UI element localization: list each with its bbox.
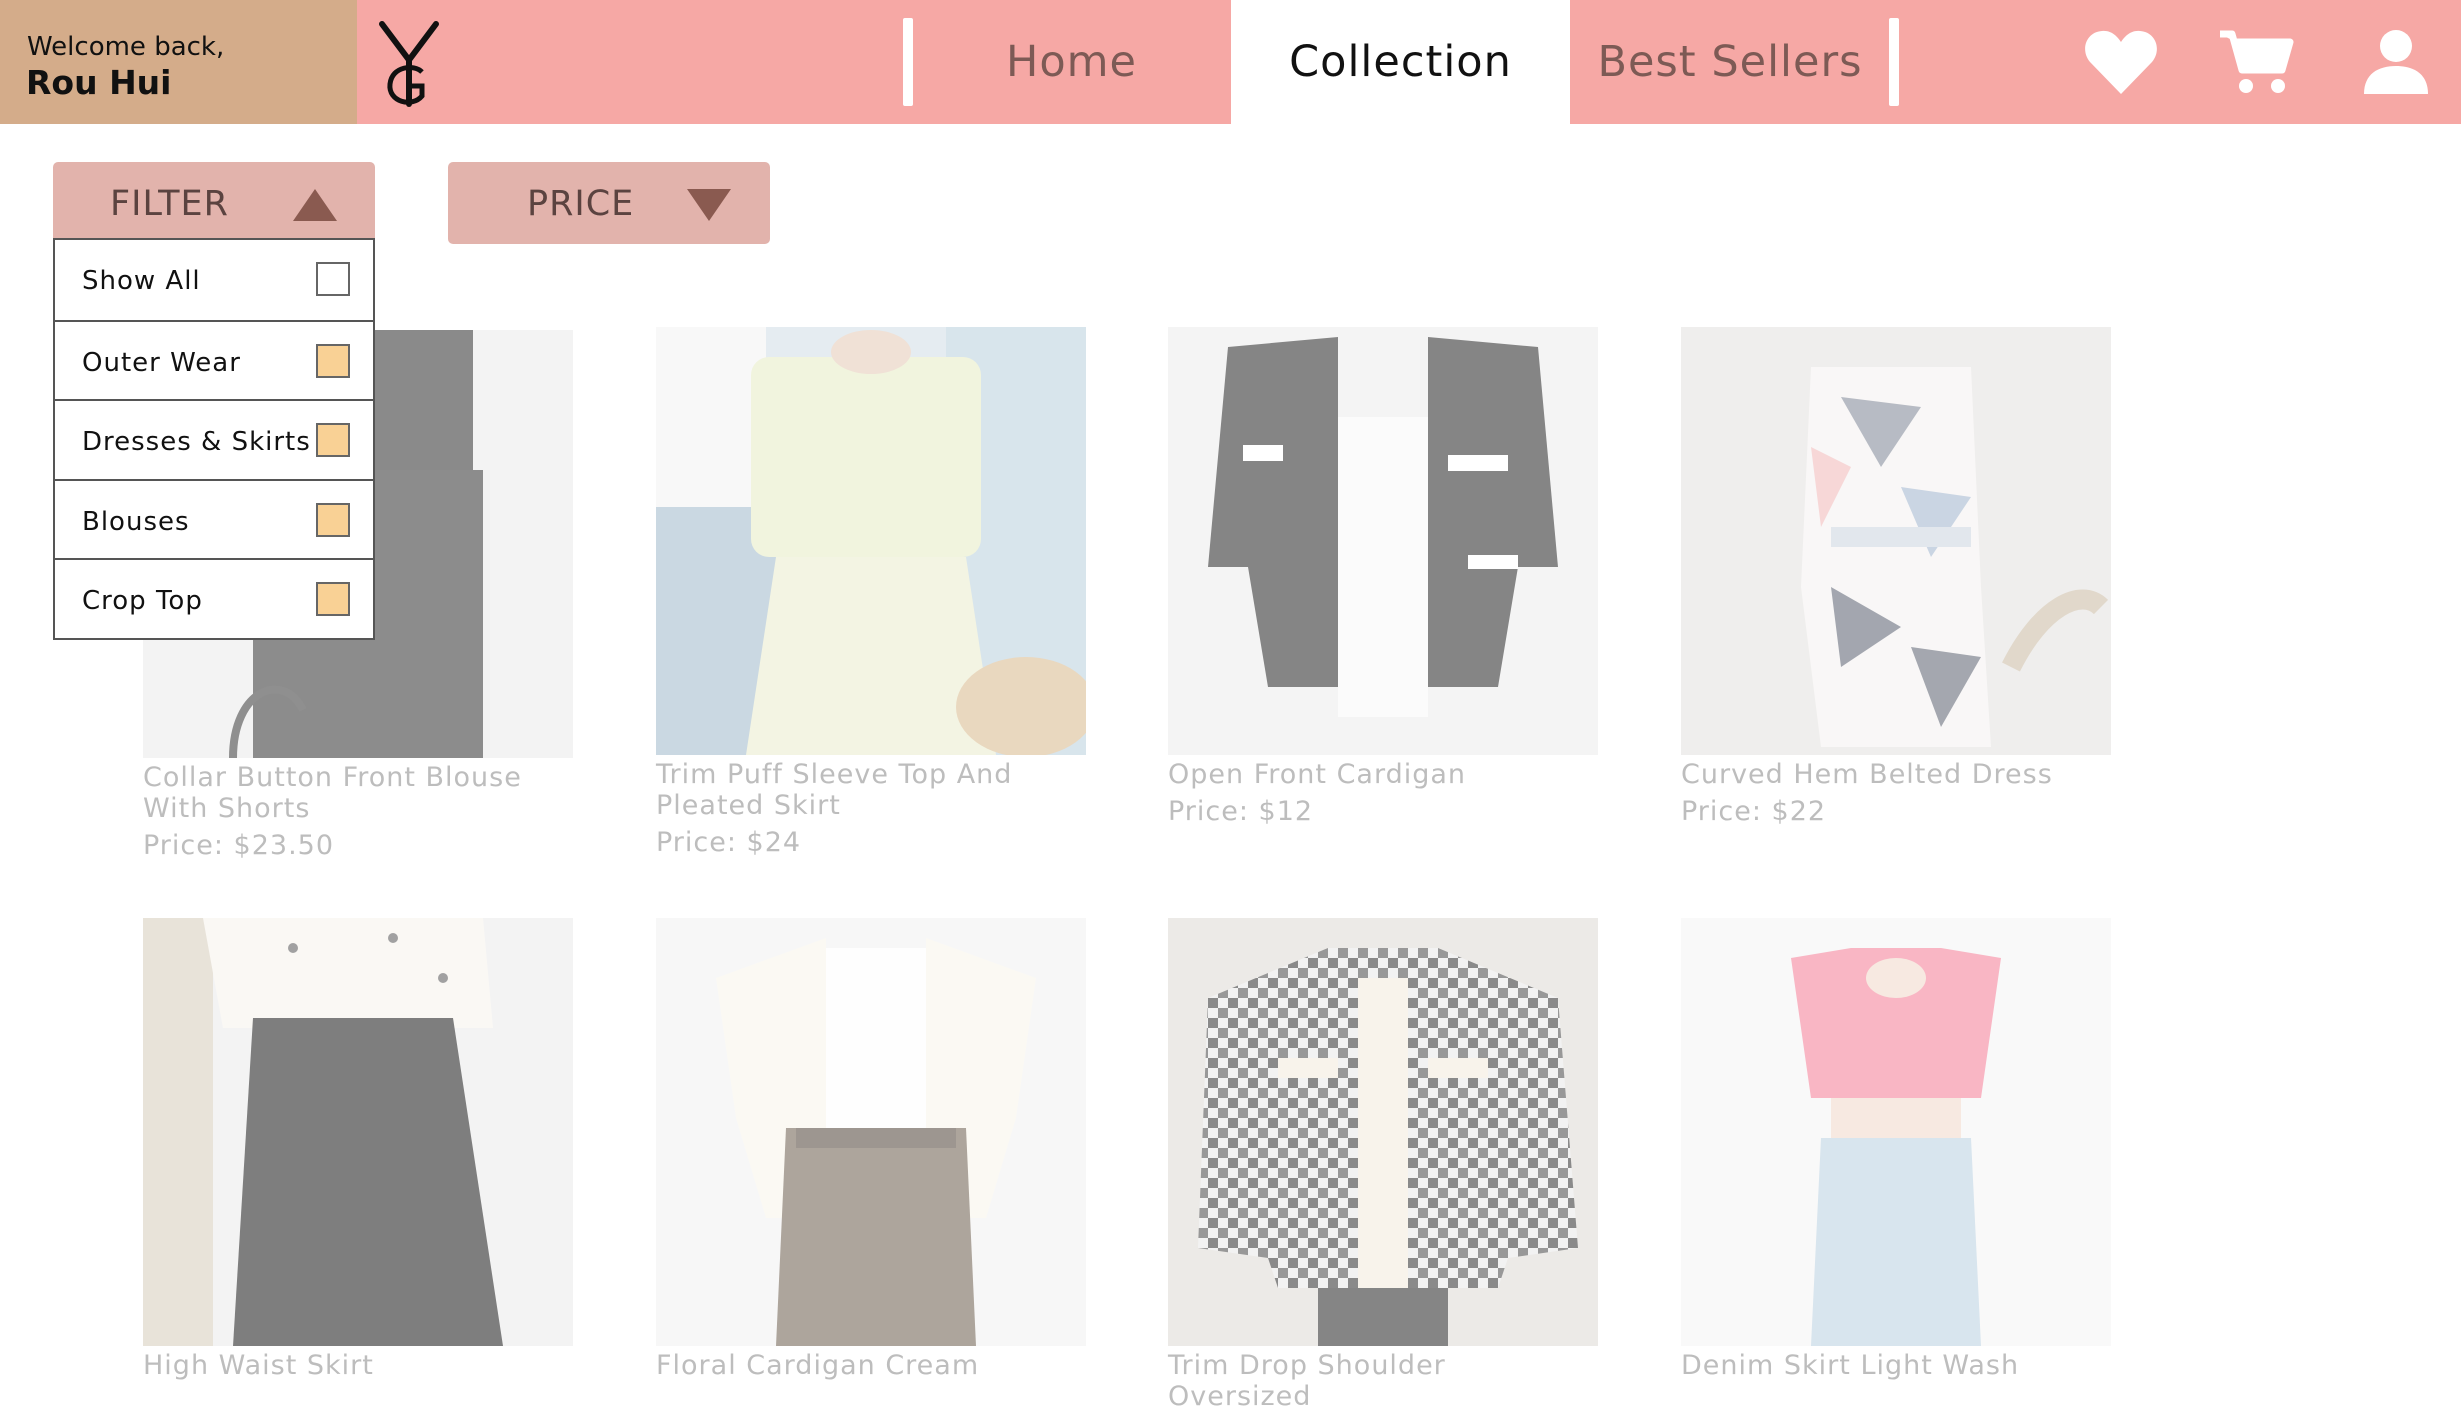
filter-button[interactable]: FILTER bbox=[53, 162, 375, 244]
product-name: Curved Hem Belted Dress bbox=[1681, 759, 2053, 790]
filter-option-crop-top[interactable]: Crop Top bbox=[55, 558, 373, 638]
image-overlay bbox=[1168, 918, 1598, 1346]
product-name: Floral Cardigan Cream bbox=[656, 1350, 980, 1381]
image-overlay bbox=[1681, 918, 2111, 1346]
image-overlay bbox=[1168, 327, 1598, 755]
welcome-text: Welcome back, bbox=[27, 32, 225, 62]
brand-logo[interactable] bbox=[378, 20, 440, 108]
product-image[interactable] bbox=[1168, 918, 1598, 1346]
filter-option-label: Dresses & Skirts bbox=[82, 427, 311, 458]
filter-option-label: Show All bbox=[82, 266, 201, 296]
filter-option-dresses-skirts[interactable]: Dresses & Skirts bbox=[55, 399, 373, 479]
image-overlay bbox=[656, 918, 1086, 1346]
filter-button-label: FILTER bbox=[110, 184, 229, 224]
filter-option-label: Crop Top bbox=[82, 586, 203, 617]
heart-icon[interactable] bbox=[2084, 28, 2158, 96]
filter-option-show-all[interactable]: Show All bbox=[55, 240, 373, 320]
nav-best-sellers[interactable]: Best Sellers bbox=[1576, 0, 1884, 124]
product-card[interactable]: Trim Drop Shoulder Oversized bbox=[1168, 918, 1598, 1412]
product-price: Price: $12 bbox=[1168, 796, 1314, 827]
product-price: Price: $24 bbox=[656, 827, 802, 858]
nav-divider-right bbox=[1889, 18, 1899, 106]
product-price: Price: $22 bbox=[1681, 796, 1827, 827]
product-card[interactable]: Floral Cardigan Cream bbox=[656, 918, 1086, 1381]
product-name: Open Front Cardigan bbox=[1168, 759, 1467, 790]
product-name: Trim Drop Shoulder Oversized bbox=[1168, 1350, 1446, 1412]
image-overlay bbox=[143, 918, 573, 1346]
product-image[interactable] bbox=[656, 918, 1086, 1346]
product-card[interactable]: Curved Hem Belted Dress Price: $22 bbox=[1681, 327, 2111, 827]
product-image[interactable] bbox=[143, 918, 573, 1346]
filter-checkbox[interactable] bbox=[316, 502, 350, 537]
filter-checkbox[interactable] bbox=[316, 582, 350, 617]
product-name: High Waist Skirt bbox=[143, 1350, 374, 1381]
nav-divider-left bbox=[903, 18, 913, 106]
filter-checkbox[interactable] bbox=[316, 262, 350, 296]
price-button[interactable]: PRICE bbox=[448, 162, 770, 244]
user-name: Rou Hui bbox=[26, 63, 172, 102]
product-price: Price: $23.50 bbox=[143, 830, 335, 861]
nav-home[interactable]: Home bbox=[913, 0, 1230, 124]
top-navigation-bar: Welcome back, Rou Hui Home Collection Be… bbox=[0, 0, 2461, 124]
product-image[interactable] bbox=[1168, 327, 1598, 755]
filter-option-label: Blouses bbox=[82, 506, 190, 537]
nav-collection[interactable]: Collection bbox=[1231, 0, 1570, 124]
product-name: Trim Puff Sleeve Top And Pleated Skirt bbox=[656, 759, 1013, 821]
image-overlay bbox=[1681, 327, 2111, 755]
product-name: Denim Skirt Light Wash bbox=[1681, 1350, 2020, 1381]
welcome-panel: Welcome back, Rou Hui bbox=[0, 0, 357, 124]
product-image[interactable] bbox=[656, 327, 1086, 755]
product-card[interactable]: Denim Skirt Light Wash bbox=[1681, 918, 2111, 1381]
price-button-label: PRICE bbox=[527, 184, 635, 224]
filter-dropdown-menu: Show All Outer Wear Dresses & Skirts Blo… bbox=[53, 238, 375, 640]
caret-up-icon bbox=[293, 189, 337, 221]
user-icon[interactable] bbox=[2362, 28, 2430, 96]
image-overlay bbox=[656, 327, 1086, 755]
product-card[interactable]: Trim Puff Sleeve Top And Pleated Skirt P… bbox=[656, 327, 1086, 858]
product-image[interactable] bbox=[1681, 918, 2111, 1346]
nav-collection-label: Collection bbox=[1289, 37, 1512, 87]
filter-checkbox[interactable] bbox=[316, 423, 350, 458]
filter-option-outer-wear[interactable]: Outer Wear bbox=[55, 319, 373, 400]
product-card[interactable]: High Waist Skirt bbox=[143, 918, 573, 1381]
product-card[interactable]: Open Front Cardigan Price: $12 bbox=[1168, 327, 1598, 827]
caret-down-icon bbox=[687, 189, 731, 221]
nav-best-sellers-label: Best Sellers bbox=[1597, 37, 1863, 87]
filter-option-label: Outer Wear bbox=[82, 347, 241, 378]
filter-checkbox[interactable] bbox=[316, 343, 350, 378]
product-name: Collar Button Front Blouse With Shorts bbox=[143, 762, 522, 824]
cart-icon[interactable] bbox=[2218, 28, 2294, 96]
product-image[interactable] bbox=[1681, 327, 2111, 755]
nav-home-label: Home bbox=[1006, 37, 1137, 87]
filter-option-blouses[interactable]: Blouses bbox=[55, 478, 373, 559]
